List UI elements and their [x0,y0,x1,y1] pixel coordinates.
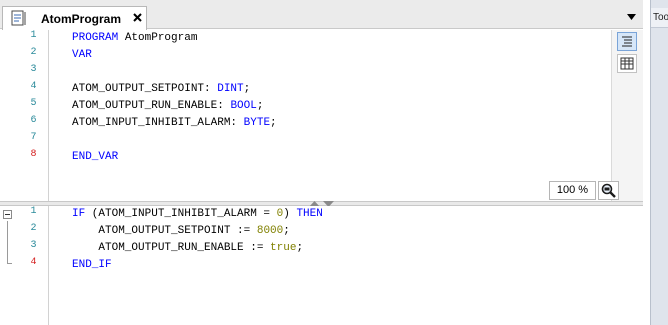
fold-range-line [7,221,8,263]
code-text: ; [296,242,304,254]
zoom-button[interactable] [598,181,619,200]
tabular-view-icon [620,57,634,70]
code-text: (ATOM_INPUT_INHIBIT_ALARM = [85,208,277,220]
program-document-icon [11,10,26,26]
code-keyword: VAR [72,49,92,61]
code-keyword: BOOL [230,100,257,112]
zoom-level-field[interactable]: 100 % [549,181,596,200]
code-keyword: END_IF [72,259,112,271]
implementation-code-line[interactable]: END_IF [72,257,112,274]
declaration-line-number: 1 [30,30,37,41]
toolbox-panel-label: Too [653,12,668,23]
textual-view-button[interactable] [617,32,637,51]
toolbox-side-panel: Too [650,0,668,325]
close-icon[interactable] [132,12,143,23]
code-literal: 8000 [256,225,284,237]
declaration-code-line[interactable]: ATOM_INPUT_INHIBIT_ALARM: BYTE; [72,115,277,132]
implementation-line-number: 3 [30,240,37,251]
declaration-code-line[interactable]: END_VAR [72,149,118,166]
code-text: ; [243,83,251,95]
code-text: AtomProgram [118,32,198,44]
implementation-line-number: 2 [30,223,37,234]
implementation-line-number: 1 [30,206,37,217]
tab-label: AtomProgram [41,12,122,26]
declaration-line-number: 8 [30,149,37,160]
declaration-line-number: 4 [30,81,37,92]
code-text: ; [270,117,277,129]
implementation-line-number: 4 [30,257,37,268]
fold-range-end [7,263,12,264]
declaration-line-number: 2 [30,47,37,58]
fold-collapse-icon[interactable] [3,210,12,219]
code-literal: true [270,242,297,254]
declaration-code-line[interactable]: VAR [72,47,92,64]
code-keyword: THEN [296,208,323,220]
implementation-code-line[interactable]: ATOM_OUTPUT_RUN_ENABLE := true; [72,240,303,257]
tab-list-dropdown-icon[interactable] [627,14,636,20]
code-keyword: PROGRAM [72,32,119,44]
declaration-editor[interactable]: 1 PROGRAM AtomProgram 2 VAR 3 4 ATOM_OUTPUT_SE… [0,30,643,201]
textual-view-icon [622,36,632,47]
code-text: ; [283,225,290,237]
code-keyword: DINT [217,83,244,95]
implementation-code-line[interactable]: ATOM_OUTPUT_SETPOINT := 8000; [72,223,290,240]
toolbox-panel-tab[interactable]: Too [651,8,668,28]
implementation-code-line[interactable]: IF (ATOM_INPUT_INHIBIT_ALARM = 0) THEN [72,206,323,223]
code-text: ATOM_OUTPUT_SETPOINT := [72,225,257,237]
code-text: ; [256,100,264,112]
code-text: ) [283,208,297,220]
declaration-line-number: 7 [30,132,37,143]
code-keyword: BYTE [243,117,271,129]
implementation-editor[interactable]: 1 IF (ATOM_INPUT_INHIBIT_ALARM = 0) THEN 2… [0,206,643,325]
declaration-line-number: 6 [30,115,37,126]
declaration-code-line[interactable]: ATOM_OUTPUT_SETPOINT: DINT; [72,81,250,98]
code-text: ATOM_INPUT_INHIBIT_ALARM: [72,117,244,129]
code-keyword: IF [72,208,86,220]
declaration-line-number: 5 [30,98,37,109]
magnifier-icon [601,183,616,198]
code-text: ATOM_OUTPUT_RUN_ENABLE := [72,242,271,254]
declaration-line-number: 3 [30,64,37,75]
code-keyword: END_VAR [72,151,119,163]
code-text: ATOM_OUTPUT_SETPOINT: [72,83,218,95]
declaration-code-line[interactable]: PROGRAM AtomProgram [72,30,197,47]
code-text: ATOM_OUTPUT_RUN_ENABLE: [72,100,231,112]
declaration-code-line[interactable]: ATOM_OUTPUT_RUN_ENABLE: BOOL; [72,98,263,115]
tabular-view-button[interactable] [617,54,637,73]
editor-tab-bar: AtomProgram [0,0,643,30]
tab-atomprogram[interactable]: AtomProgram [2,6,147,30]
